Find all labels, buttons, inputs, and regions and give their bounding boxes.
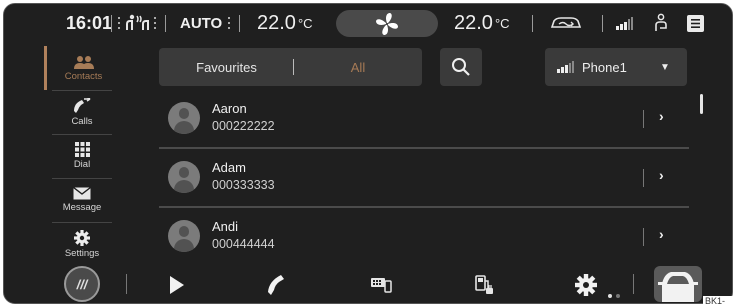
fan-button[interactable]	[336, 10, 438, 37]
contact-name: Adam	[212, 160, 246, 175]
divider	[602, 15, 603, 32]
clock: 16:01	[66, 12, 113, 33]
search-icon	[452, 58, 470, 76]
temperature-right-unit: °C	[494, 15, 510, 31]
list-item[interactable]: Adam 000333333 ›	[159, 149, 689, 205]
contacts-icon	[73, 55, 94, 69]
car-ventilation-icon[interactable]	[549, 4, 583, 42]
sidebar-item-calls[interactable]: Calls	[44, 90, 120, 134]
sidebar-item-label: Contacts	[64, 70, 103, 82]
signal-strength-icon	[616, 4, 636, 42]
scrollbar[interactable]	[700, 94, 703, 114]
sidebar-item-contacts[interactable]: Contacts	[44, 46, 120, 90]
phone-icon[interactable]	[262, 264, 292, 303]
envelope-icon	[73, 187, 91, 200]
temperature-right[interactable]: 22.0 °C	[454, 4, 510, 42]
sidebar-item-message[interactable]: Message	[44, 178, 120, 222]
sidebar-item-settings[interactable]: Settings	[44, 222, 120, 266]
divider	[165, 15, 166, 32]
sidebar-item-label: Settings	[64, 247, 100, 259]
search-button[interactable]	[440, 48, 482, 86]
divider	[633, 274, 634, 294]
phone-selector-value: Phone1	[582, 59, 627, 75]
signal-strength-icon	[557, 61, 574, 73]
gear-icon[interactable]	[571, 264, 601, 303]
home-button[interactable]: ///	[64, 266, 100, 302]
tab-favourites[interactable]: Favourites	[159, 48, 294, 86]
divider	[643, 110, 644, 128]
avatar	[168, 161, 200, 193]
climate-auto-button[interactable]: AUTO	[180, 4, 233, 42]
temperature-left-value: 22.0	[257, 11, 296, 34]
contact-name: Aaron	[212, 101, 247, 116]
status-bar: 16:01 AUTO 22.0 °C 22.0 °C	[4, 4, 732, 42]
avatar	[168, 220, 200, 252]
divider	[111, 15, 112, 32]
chevron-right-icon[interactable]: ›	[659, 226, 664, 242]
temperature-left-unit: °C	[297, 15, 313, 31]
tab-all[interactable]: All	[294, 48, 422, 86]
bottom-bar: ///	[4, 264, 732, 303]
climate-mode-label: AUTO	[180, 14, 223, 32]
sidebar-item-label: Message	[62, 202, 102, 213]
fuel-icon[interactable]	[470, 264, 500, 303]
figure-frame: 16:01 AUTO 22.0 °C 22.0 °C Contacts Call…	[0, 0, 742, 307]
list-item[interactable]: Andi 000444444 ›	[159, 208, 689, 262]
gear-icon	[74, 229, 90, 246]
figure-code: BK1-0093	[703, 296, 742, 307]
infotainment-screen: 16:01 AUTO 22.0 °C 22.0 °C Contacts Call…	[3, 3, 733, 304]
keypad-icon	[74, 142, 90, 157]
contact-name: Andi	[212, 219, 239, 234]
avatar	[168, 102, 200, 134]
divider	[239, 15, 240, 32]
contact-filter-tabs: Favourites All	[159, 48, 422, 86]
divider	[643, 228, 644, 246]
list-item[interactable]: Aaron 000222222 ›	[159, 90, 689, 146]
chevron-right-icon[interactable]: ›	[659, 108, 664, 124]
sidebar-item-label: Calls	[71, 115, 93, 127]
fan-icon	[376, 12, 398, 35]
menu-icon[interactable]	[687, 4, 704, 42]
divider	[126, 274, 127, 294]
phone-selector[interactable]: Phone1 ▼	[545, 48, 687, 86]
divider	[532, 15, 533, 32]
chevron-right-icon[interactable]: ›	[659, 167, 664, 183]
play-icon[interactable]	[162, 264, 192, 303]
person-seat-icon[interactable]	[652, 4, 670, 42]
temperature-left[interactable]: 22.0 °C	[257, 4, 313, 42]
car-icon	[658, 272, 698, 302]
car-phone-icon[interactable]	[366, 264, 396, 303]
seat-airflow-icon[interactable]	[116, 4, 158, 42]
contact-number: 000444444	[212, 237, 275, 251]
phone-icon	[74, 97, 91, 113]
contact-number: 000222222	[212, 119, 275, 133]
contact-list: Aaron 000222222 › Adam 000333333 › Andi …	[159, 90, 689, 262]
car-button[interactable]	[654, 266, 702, 302]
sidebar: Contacts Calls Dial Message Settings	[44, 46, 120, 264]
temperature-right-value: 22.0	[454, 11, 493, 34]
sidebar-item-label: Dial	[73, 159, 91, 170]
caret-down-icon: ▼	[660, 61, 670, 73]
contact-number: 000333333	[212, 178, 275, 192]
divider	[643, 169, 644, 187]
sidebar-item-dial[interactable]: Dial	[44, 134, 120, 178]
